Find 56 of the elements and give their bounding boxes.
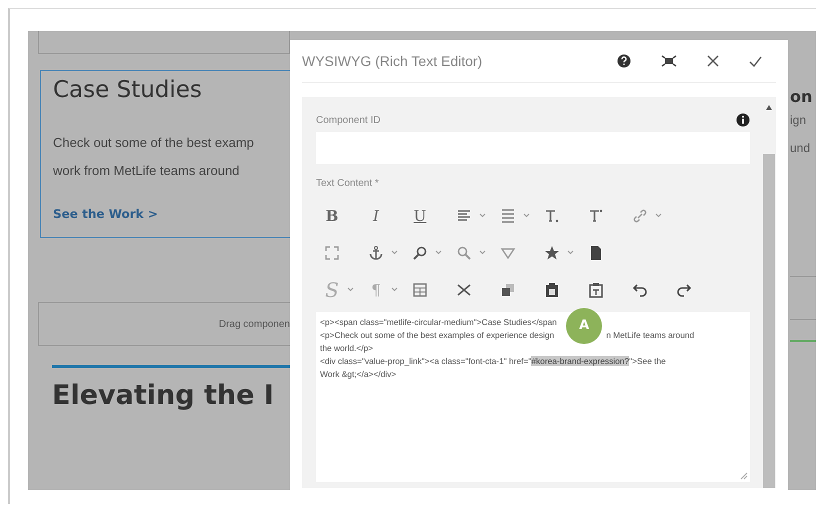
card-title: Case Studies <box>53 77 203 103</box>
caret-icon[interactable] <box>347 287 354 292</box>
scroll-up-icon[interactable] <box>766 105 772 110</box>
align-icon[interactable] <box>456 208 472 224</box>
card-text: und <box>790 140 812 157</box>
code-line: the world.</p> <box>320 342 374 355</box>
code-line: n MetLife teams around <box>606 329 694 342</box>
caret-icon[interactable] <box>391 287 398 292</box>
table-icon[interactable] <box>412 282 428 298</box>
dialog-title: WYSIWYG (Rich Text Editor) <box>302 53 482 69</box>
section-heading: Elevating the I <box>52 380 275 411</box>
underline-button[interactable]: U <box>412 206 428 224</box>
close-icon[interactable] <box>707 55 719 67</box>
scrollbar-thumb[interactable] <box>763 154 775 488</box>
help-icon[interactable] <box>617 54 631 68</box>
link-icon[interactable] <box>632 208 648 224</box>
fullscreen-icon[interactable] <box>661 55 677 67</box>
marker-badge: A <box>566 308 602 344</box>
code-line: <div class="value-prop_link"><a class="font-cta-1" href="#korea-brand-expression?">See the <box>320 355 666 368</box>
checkmark-icon[interactable] <box>749 56 762 66</box>
caret-icon[interactable] <box>479 213 486 218</box>
caret-icon[interactable] <box>567 250 574 255</box>
undo-icon[interactable] <box>632 282 648 298</box>
subscript-icon[interactable] <box>544 208 560 224</box>
find-icon[interactable] <box>412 244 428 260</box>
card-text: ign <box>790 112 808 129</box>
paste-text-icon[interactable] <box>588 282 604 298</box>
copy-icon[interactable] <box>500 282 516 298</box>
info-icon <box>736 113 750 127</box>
cut-icon[interactable] <box>456 282 472 298</box>
star-icon[interactable] <box>544 244 560 260</box>
paste-icon[interactable] <box>544 282 560 298</box>
replace-icon[interactable] <box>456 244 472 260</box>
code-line: <p><span class="metlife-circular-medium">Case Studies</span <box>320 316 557 329</box>
caret-icon[interactable] <box>391 250 398 255</box>
code-line: <p>Check out some of the best examples of experience design <box>320 329 554 342</box>
list-icon[interactable] <box>500 208 516 224</box>
see-work-link[interactable]: See the Work > <box>53 207 290 221</box>
caret-icon[interactable] <box>435 250 442 255</box>
field-label: Component ID <box>316 114 380 126</box>
bold-button[interactable]: B <box>324 206 340 224</box>
card-text: Check out some of the best examp <box>53 134 255 152</box>
field-label: Text Content * <box>316 178 380 189</box>
caret-icon[interactable] <box>479 250 486 255</box>
caret-icon[interactable] <box>655 213 662 218</box>
redo-icon[interactable] <box>676 282 692 298</box>
caret-icon[interactable] <box>523 213 530 218</box>
superscript-icon[interactable] <box>588 208 604 224</box>
section-title: on <box>790 87 812 106</box>
code-line: Work &gt;</a></div> <box>320 368 396 381</box>
drop-zone-text: Drag componen <box>218 318 290 330</box>
anchor-icon[interactable] <box>368 244 384 260</box>
resize-grip-icon[interactable] <box>740 472 748 480</box>
card-text: work from MetLife teams around <box>53 162 240 180</box>
italic-button[interactable]: I <box>368 206 384 224</box>
document-icon[interactable] <box>588 244 604 260</box>
